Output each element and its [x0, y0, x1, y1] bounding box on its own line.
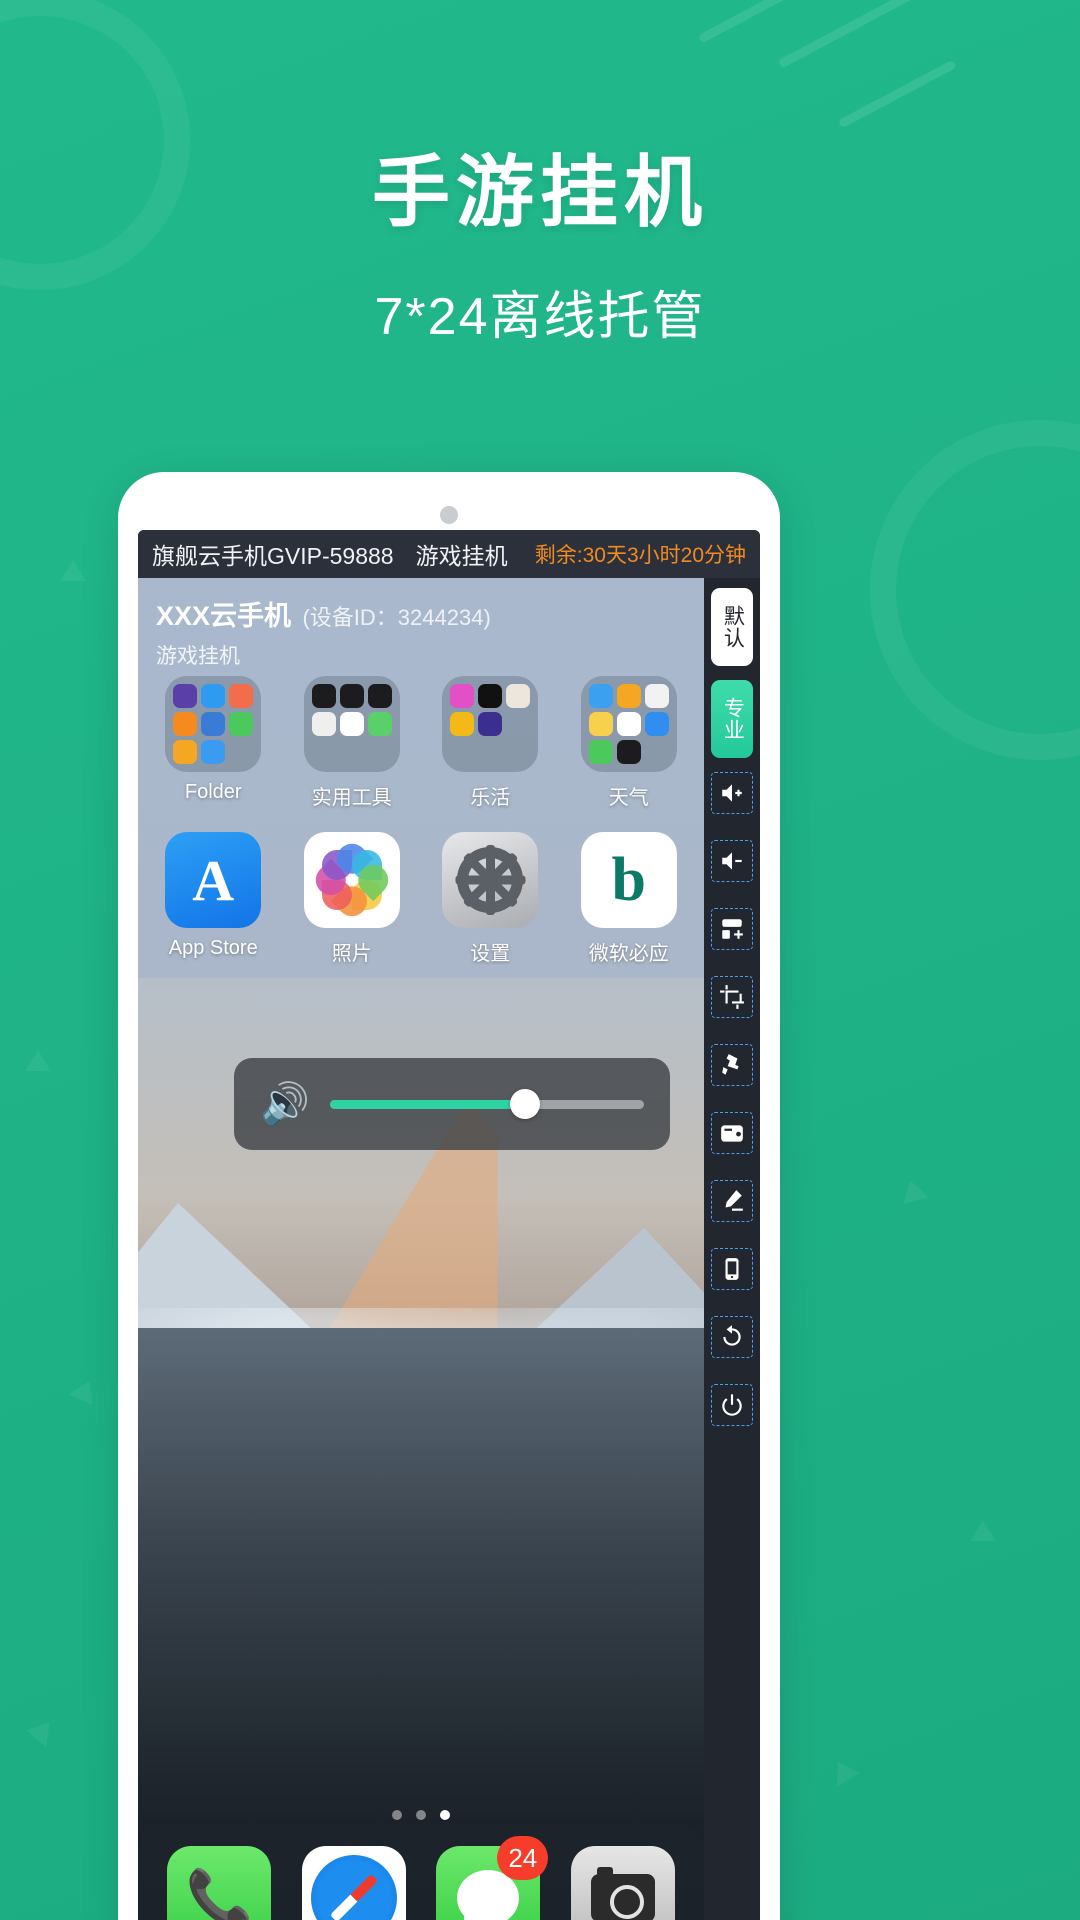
- folder-icon: [442, 676, 539, 772]
- mode-default-button[interactable]: 默认: [711, 588, 753, 666]
- phone-icon[interactable]: 📞: [167, 1846, 272, 1920]
- app-label: 实用工具: [311, 787, 392, 809]
- volume-slider-knob[interactable]: [509, 1089, 540, 1119]
- bing-icon: b: [580, 832, 677, 928]
- volume-slider[interactable]: [329, 1089, 644, 1119]
- decor-tri-7: [826, 1754, 860, 1787]
- phone-speaker-dot: [440, 506, 458, 524]
- phone-mockup: 旗舰云手机GVIP-59888 游戏挂机 剩余:30天3小时20分钟 XXX云手…: [118, 472, 780, 1920]
- app-label: 乐活: [470, 787, 511, 809]
- page-subtitle: 7*24离线托管: [374, 287, 706, 346]
- ios-dock: 📞 24: [138, 1824, 704, 1920]
- decor-streak-3: [697, 0, 791, 44]
- control-toolbar: 默认 专业: [704, 578, 760, 1920]
- volume-down-icon[interactable]: [711, 840, 753, 882]
- decor-streak-1: [777, 0, 933, 69]
- hero-section: 手游挂机 7*24离线托管: [0, 148, 1080, 349]
- ios-home-screen[interactable]: XXX云手机 (设备ID：3244234) 游戏挂机 Folder 实用工具 乐…: [138, 578, 704, 1920]
- folder-icon: [303, 676, 400, 772]
- app-bing[interactable]: b 微软必应: [560, 832, 699, 966]
- app-label: 照片: [331, 943, 372, 965]
- decor-tri-2: [25, 1050, 51, 1071]
- folder-icon: [165, 676, 262, 772]
- app-folder-0[interactable]: Folder: [144, 676, 283, 810]
- speaker-icon: 🔊: [260, 1082, 310, 1126]
- decor-streak-2: [837, 59, 957, 129]
- app-label: 微软必应: [588, 943, 669, 965]
- decor-tri-6: [26, 1714, 60, 1747]
- device-id: (设备ID：3244234): [302, 605, 491, 630]
- decor-tri-5: [970, 1520, 996, 1541]
- cloud-phone-topbar: 旗舰云手机GVIP-59888 游戏挂机 剩余:30天3小时20分钟: [138, 530, 760, 578]
- power-icon[interactable]: [711, 1384, 753, 1426]
- decor-tri-4: [897, 1176, 929, 1205]
- page-title: 手游挂机: [371, 148, 708, 236]
- photos-icon: [303, 832, 400, 928]
- app-photos[interactable]: 照片: [283, 832, 422, 966]
- device-header: XXX云手机 (设备ID：3244234): [138, 578, 704, 637]
- page-dot-active[interactable]: [440, 1810, 450, 1820]
- phone-screen: 旗舰云手机GVIP-59888 游戏挂机 剩余:30天3小时20分钟 XXX云手…: [138, 530, 760, 1920]
- page-indicator: [138, 1810, 704, 1820]
- app-folder-2[interactable]: 乐活: [421, 676, 560, 810]
- mode-pro-button[interactable]: 专业: [711, 680, 753, 758]
- shake-icon[interactable]: [711, 1044, 753, 1086]
- app-folder-1[interactable]: 实用工具: [283, 676, 422, 810]
- decor-tri-3: [68, 1375, 102, 1406]
- app-appstore[interactable]: A App Store: [144, 832, 283, 966]
- page-dot[interactable]: [416, 1810, 426, 1820]
- wallet-icon[interactable]: [711, 1112, 753, 1154]
- volume-up-icon[interactable]: [711, 772, 753, 814]
- device-phone-icon[interactable]: [711, 1248, 753, 1290]
- app-grid: Folder 实用工具 乐活 天气 A App Store 照片 设置 b 微软…: [138, 676, 704, 966]
- multi-window-add-icon[interactable]: [711, 908, 753, 950]
- decor-ring-2: [870, 420, 1080, 760]
- volume-slider-fill: [329, 1099, 525, 1109]
- app-folder-3[interactable]: 天气: [560, 676, 699, 810]
- folder-icon: [580, 676, 677, 772]
- plan-label: 旗舰云手机GVIP-59888: [152, 543, 394, 569]
- app-label: App Store: [168, 937, 258, 959]
- messages-icon[interactable]: 24: [436, 1836, 549, 1920]
- page-dot[interactable]: [392, 1810, 402, 1820]
- app-label: Folder: [184, 781, 242, 803]
- rotate-icon[interactable]: [711, 1316, 753, 1358]
- camera-icon[interactable]: [570, 1846, 675, 1920]
- remaining-time-label: 剩余:30天3小时20分钟: [534, 544, 746, 567]
- app-label: 天气: [608, 787, 649, 809]
- decor-tri-1: [60, 560, 86, 581]
- app-settings[interactable]: 设置: [421, 832, 560, 966]
- phone-body-area: XXX云手机 (设备ID：3244234) 游戏挂机 Folder 实用工具 乐…: [138, 578, 760, 1920]
- appstore-icon: A: [165, 832, 262, 928]
- volume-hud[interactable]: 🔊: [234, 1058, 670, 1150]
- settings-icon: [442, 832, 539, 928]
- task-label: 游戏挂机: [415, 543, 508, 569]
- screenshot-crop-icon[interactable]: [711, 976, 753, 1018]
- safari-icon[interactable]: [301, 1846, 406, 1920]
- device-name: XXX云手机: [156, 601, 292, 631]
- edit-pen-icon[interactable]: [711, 1180, 753, 1222]
- app-label: 设置: [470, 943, 511, 965]
- device-subtitle: 游戏挂机: [156, 645, 240, 668]
- messages-badge: 24: [497, 1836, 549, 1880]
